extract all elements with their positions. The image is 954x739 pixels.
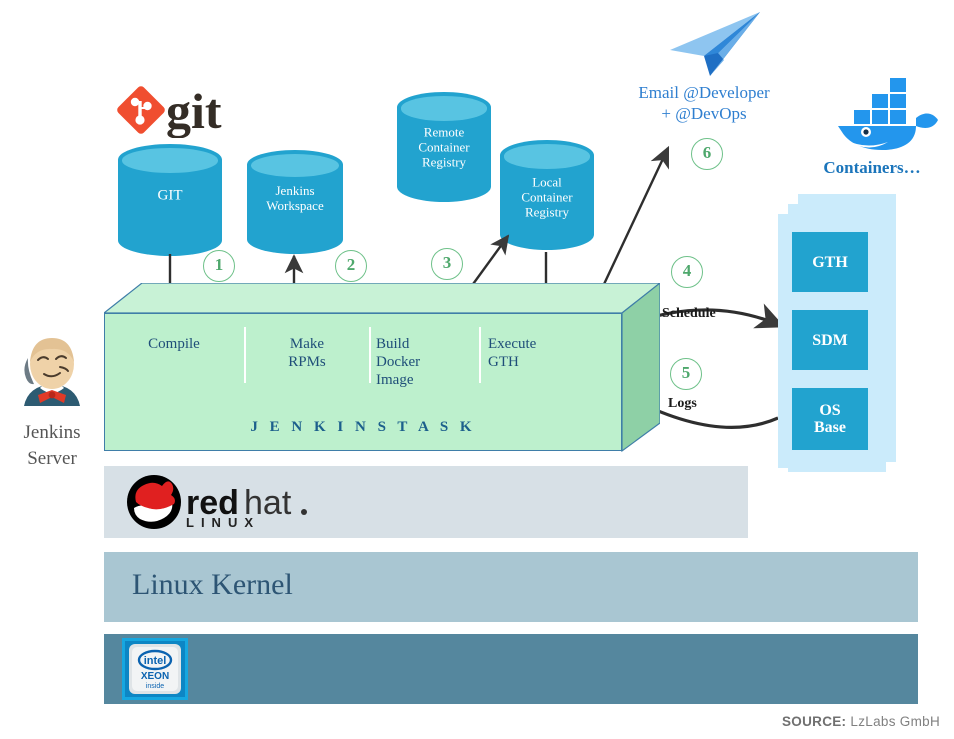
step-3-number: 3 — [442, 253, 452, 272]
step-6-number: 6 — [702, 143, 712, 162]
task-build-docker-image: Build Docker Image — [376, 336, 421, 388]
cylinder-top — [122, 148, 218, 174]
source-attribution: SOURCE: LzLabs GmbH — [782, 714, 940, 729]
task-divider-3 — [479, 327, 481, 383]
jenkins-server-line-1: Jenkins — [23, 422, 81, 443]
step-circle-4: 4 — [671, 256, 703, 288]
linux-kernel-bar: Linux Kernel — [104, 552, 918, 622]
jenkins-server-label: Jenkins Server — [4, 420, 100, 472]
task-execute-gth: Execute GTH — [488, 336, 537, 370]
step-circle-5: 5 — [670, 358, 702, 390]
cylinder-top — [400, 96, 488, 121]
container-card-front: GTH SDM OS Base — [778, 214, 882, 468]
source-value: LzLabs GmbH — [850, 714, 940, 729]
paper-plane-icon — [660, 8, 770, 80]
linux-kernel-label: Linux Kernel — [132, 568, 293, 601]
svg-text:intel: intel — [144, 655, 167, 667]
jenkins-task-title: J E N K I N S T A S K — [250, 419, 476, 435]
hardware-bar: intel XEON inside — [104, 634, 918, 704]
store-local-container-registry-label: Local Container Registry — [521, 174, 573, 220]
task-divider-2 — [369, 327, 371, 383]
store-remote-container-registry-label: Remote Container Registry — [418, 124, 470, 170]
git-logo: git — [114, 82, 234, 139]
container-layer-gth: GTH — [792, 232, 868, 292]
task-compile: Compile — [148, 336, 200, 352]
step-2-number: 2 — [346, 255, 356, 274]
svg-text:LINUX: LINUX — [186, 515, 260, 530]
flow-label-schedule: Schedule — [662, 306, 716, 321]
store-remote-container-registry: Remote Container Registry — [397, 92, 491, 202]
email-notification-label: Email @Developer + @DevOps — [614, 82, 794, 124]
jenkins-task-box: Compile Make RPMs Build Docker Image Exe… — [104, 283, 660, 458]
store-local-container-registry: Local Container Registry — [500, 140, 594, 250]
step-circle-2: 2 — [335, 250, 367, 282]
container-layer-sdm-label: SDM — [812, 331, 848, 349]
container-layer-os-base: OS Base — [792, 388, 868, 450]
source-prefix: SOURCE: — [781, 714, 847, 729]
email-line-2: + @DevOps — [661, 104, 747, 123]
docker-logo — [824, 62, 948, 152]
step-circle-6: 6 — [691, 138, 723, 170]
step-circle-3: 3 — [431, 248, 463, 280]
svg-text:inside: inside — [146, 683, 164, 690]
step-circle-1: 1 — [203, 250, 235, 282]
step-1-number: 1 — [214, 255, 224, 274]
jenkins-server-icon — [14, 332, 90, 408]
containers-caption: Containers… — [823, 158, 921, 177]
svg-text:git: git — [166, 83, 222, 138]
step-4-number: 4 — [682, 261, 692, 280]
jenkins-server-line-2: Server — [27, 448, 77, 469]
task-make-rpms: Make RPMs — [288, 336, 326, 370]
store-git-label: GIT — [157, 187, 183, 204]
task-divider-1 — [244, 327, 246, 383]
container-layer-gth-label: GTH — [812, 253, 848, 271]
store-jenkins-workspace-label: Jenkins Workspace — [266, 182, 324, 213]
store-jenkins-workspace: Jenkins Workspace — [247, 150, 343, 254]
email-line-1: Email @Developer — [638, 83, 770, 102]
redhat-bar: red hat LINUX — [104, 466, 748, 538]
cylinder-top — [250, 154, 340, 178]
step-5-number: 5 — [681, 363, 691, 382]
container-layer-os-base-label: OS Base — [814, 402, 846, 436]
intel-xeon-badge: intel XEON inside — [122, 638, 188, 700]
store-git: GIT — [118, 144, 222, 256]
redhat-logo: red hat LINUX — [126, 474, 336, 530]
container-layer-sdm: SDM — [792, 310, 868, 370]
flow-label-logs: Logs — [668, 396, 697, 411]
cylinder-top — [503, 144, 591, 169]
svg-text:XEON: XEON — [141, 671, 169, 682]
